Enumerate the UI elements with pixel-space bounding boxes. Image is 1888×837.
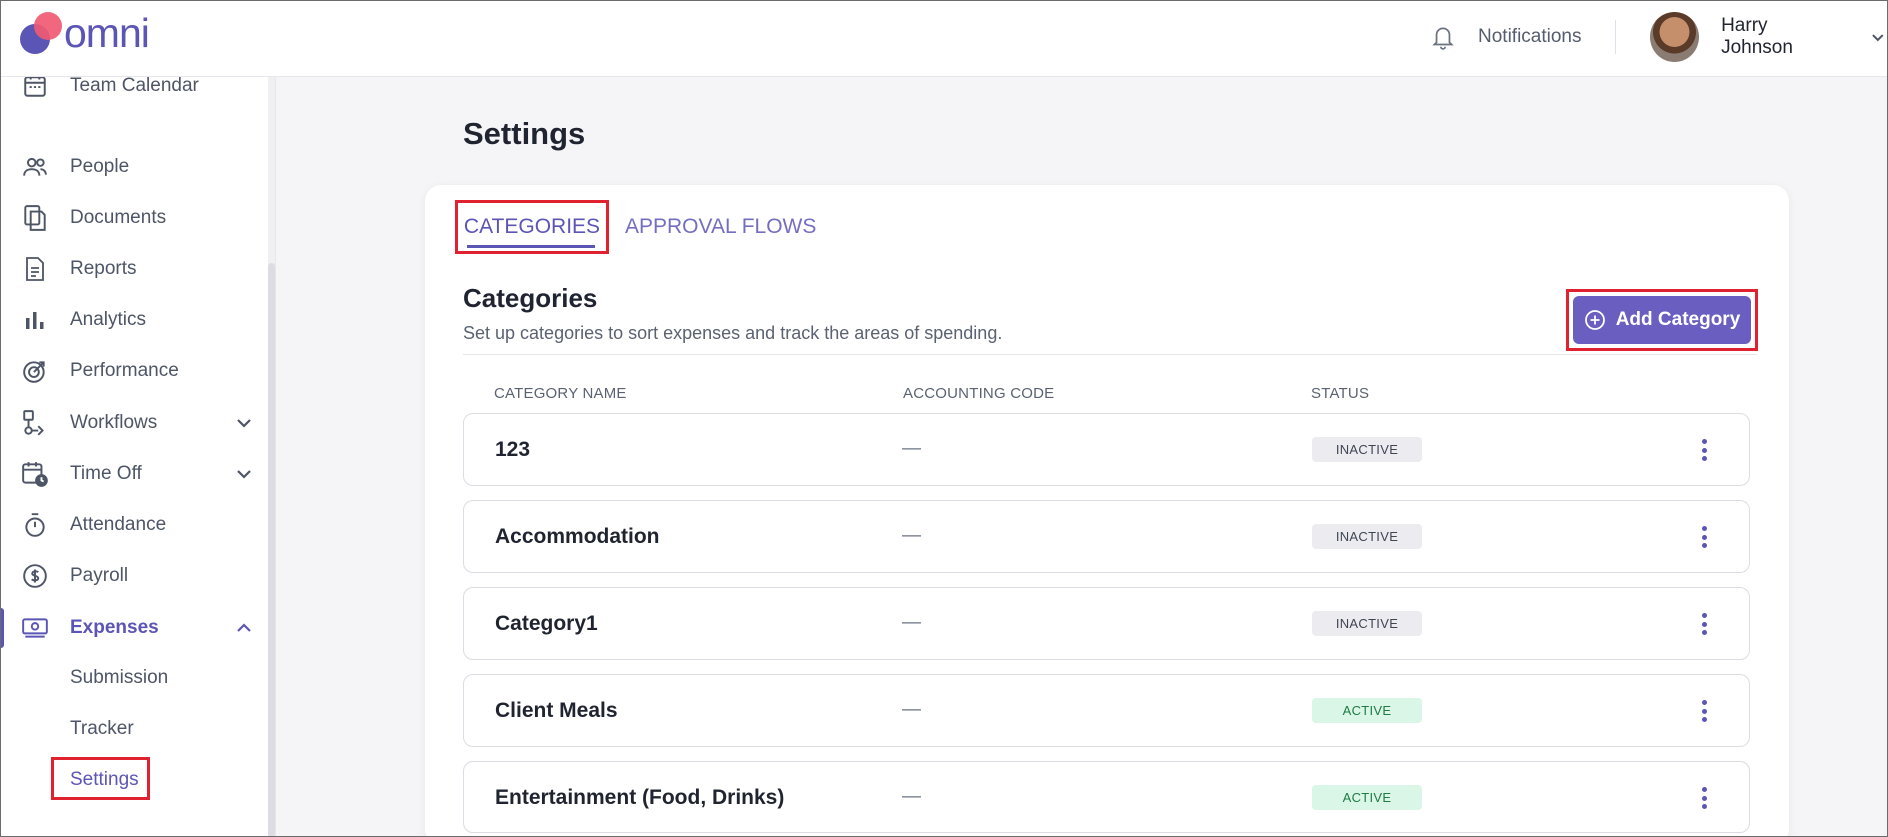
chevron-down-icon[interactable] bbox=[233, 412, 255, 434]
notifications-label: Notifications bbox=[1478, 26, 1582, 47]
sidebar-item-time-off[interactable]: Time Off bbox=[0, 450, 266, 498]
avatar bbox=[1650, 12, 1700, 62]
chevron-down-icon bbox=[1872, 34, 1884, 42]
add-category-label: Add Category bbox=[1615, 309, 1741, 330]
header-divider bbox=[1615, 20, 1616, 54]
status-badge: ACTIVE bbox=[1312, 698, 1422, 723]
people-icon bbox=[20, 152, 50, 182]
category-name: Accommodation bbox=[495, 525, 660, 548]
workflow-icon bbox=[20, 408, 50, 438]
sidebar-item-analytics[interactable]: Analytics bbox=[0, 296, 266, 344]
category-name: Entertainment (Food, Drinks) bbox=[495, 786, 785, 809]
accounting-code: — bbox=[902, 612, 921, 633]
sidebar-item-label: People bbox=[70, 156, 130, 177]
table-row[interactable]: Entertainment (Food, Drinks) — ACTIVE bbox=[463, 761, 1750, 833]
sidebar-scrollbar-thumb[interactable] bbox=[268, 263, 275, 837]
section-description: Set up categories to sort expenses and t… bbox=[463, 323, 1003, 343]
sidebar-item-label: Analytics bbox=[70, 309, 147, 330]
column-header-status: STATUS bbox=[1311, 385, 1370, 402]
top-header: omni Notifications Harry Johnson bbox=[0, 0, 1888, 77]
sidebar-item-attendance[interactable]: Attendance bbox=[0, 501, 266, 549]
status-badge: INACTIVE bbox=[1312, 524, 1422, 549]
accounting-code: — bbox=[902, 438, 921, 459]
sidebar-item-label: Attendance bbox=[70, 514, 167, 535]
status-badge: INACTIVE bbox=[1312, 611, 1422, 636]
calendar-clock-icon bbox=[20, 459, 50, 489]
plus-circle-icon bbox=[1584, 310, 1605, 330]
bell-icon bbox=[1432, 27, 1454, 50]
documents-icon bbox=[20, 203, 50, 233]
chevron-down-icon[interactable] bbox=[233, 463, 255, 485]
sidebar-item-people[interactable]: People bbox=[0, 143, 266, 191]
more-options-icon[interactable] bbox=[1694, 523, 1714, 551]
sidebar-item-payroll[interactable]: Payroll bbox=[0, 552, 266, 600]
notifications-button[interactable]: Notifications bbox=[1430, 20, 1582, 54]
omni-logo[interactable]: omni bbox=[18, 10, 168, 60]
logo-wordmark: omni bbox=[64, 10, 150, 56]
target-icon bbox=[20, 356, 50, 386]
chevron-up-icon[interactable] bbox=[233, 617, 255, 639]
money-icon bbox=[20, 613, 50, 643]
logo-circle-pink bbox=[34, 12, 62, 40]
sidebar: Team Calendar People Documents Reports A… bbox=[0, 77, 276, 837]
sidebar-item-label: Workflows bbox=[70, 412, 158, 433]
sidebar-item-label: Reports bbox=[70, 258, 137, 279]
sidebar-item-label: Team Calendar bbox=[70, 77, 199, 96]
section-title: Categories bbox=[463, 283, 598, 313]
highlight-box-add-category: Add Category bbox=[1566, 289, 1758, 351]
status-badge: ACTIVE bbox=[1312, 785, 1422, 810]
more-options-icon[interactable] bbox=[1694, 784, 1714, 812]
sidebar-item-label: Payroll bbox=[70, 565, 129, 586]
status-badge: INACTIVE bbox=[1312, 437, 1422, 462]
active-tab-indicator bbox=[467, 245, 595, 248]
sidebar-item-workflows[interactable]: Workflows bbox=[0, 399, 266, 447]
calendar-icon bbox=[20, 77, 50, 101]
user-menu[interactable]: Harry Johnson bbox=[1650, 12, 1888, 62]
sidebar-item-reports[interactable]: Reports bbox=[0, 245, 266, 293]
sidebar-subitem-tracker[interactable]: Tracker bbox=[70, 718, 134, 740]
user-name: Harry Johnson bbox=[1721, 15, 1793, 58]
stopwatch-icon bbox=[20, 510, 50, 540]
sidebar-item-label: Time Off bbox=[70, 463, 142, 484]
category-name: 123 bbox=[495, 438, 531, 461]
page-title: Settings bbox=[463, 116, 586, 151]
sidebar-subitem-submission[interactable]: Submission bbox=[70, 667, 168, 689]
tab-categories[interactable]: CATEGORIES bbox=[455, 200, 609, 254]
sidebar-item-label: Expenses bbox=[70, 617, 159, 638]
section-divider bbox=[463, 354, 1757, 355]
sidebar-item-team-calendar[interactable]: Team Calendar bbox=[0, 77, 266, 110]
table-row[interactable]: Accommodation — INACTIVE bbox=[463, 500, 1750, 573]
sidebar-item-label: Documents bbox=[70, 207, 167, 228]
add-category-button[interactable]: Add Category bbox=[1573, 296, 1751, 344]
report-icon bbox=[20, 254, 50, 284]
more-options-icon[interactable] bbox=[1694, 610, 1714, 638]
column-header-category-name: CATEGORY NAME bbox=[494, 385, 627, 402]
sidebar-item-documents[interactable]: Documents bbox=[0, 194, 266, 242]
more-options-icon[interactable] bbox=[1694, 697, 1714, 725]
bar-chart-icon bbox=[20, 305, 50, 335]
dollar-icon bbox=[20, 561, 50, 591]
more-options-icon[interactable] bbox=[1694, 436, 1714, 464]
sidebar-item-performance[interactable]: Performance bbox=[0, 347, 266, 395]
accounting-code: — bbox=[902, 786, 921, 807]
sidebar-item-expenses[interactable]: Expenses bbox=[0, 604, 266, 652]
category-name: Category1 bbox=[495, 612, 598, 635]
table-row[interactable]: 123 — INACTIVE bbox=[463, 413, 1750, 486]
column-header-accounting-code: ACCOUNTING CODE bbox=[903, 385, 1055, 402]
accounting-code: — bbox=[902, 699, 921, 720]
category-name: Client Meals bbox=[495, 699, 618, 722]
sidebar-item-label: Performance bbox=[70, 360, 179, 381]
accounting-code: — bbox=[902, 525, 921, 546]
table-row[interactable]: Client Meals — ACTIVE bbox=[463, 674, 1750, 747]
highlight-box-settings bbox=[51, 757, 150, 800]
tab-categories-label: CATEGORIES bbox=[463, 215, 601, 238]
table-row[interactable]: Category1 — INACTIVE bbox=[463, 587, 1750, 660]
tab-approval-flows[interactable]: APPROVAL FLOWS bbox=[625, 200, 816, 254]
